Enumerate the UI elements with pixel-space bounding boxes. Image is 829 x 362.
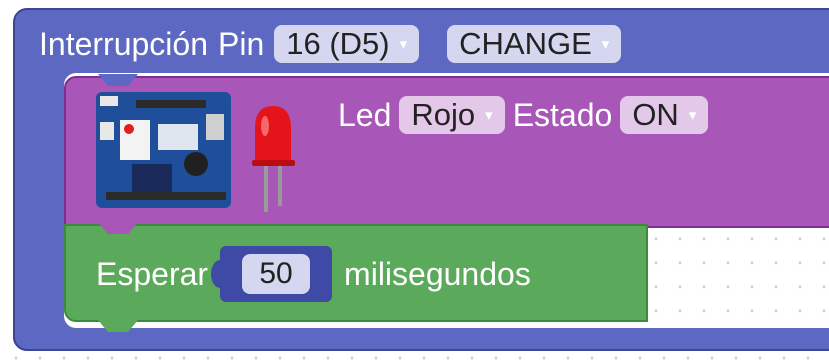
- dropdown-arrow-icon: ▾: [601, 36, 610, 53]
- number-block[interactable]: 50: [211, 246, 333, 302]
- arduino-board-icon: [96, 92, 231, 208]
- unit-label: milisegundos: [344, 255, 531, 292]
- wait-block[interactable]: Esperar 50 milisegundos: [64, 224, 648, 322]
- color-dropdown-value: Rojo: [411, 97, 476, 132]
- mode-dropdown-value: CHANGE: [459, 26, 592, 61]
- red-led-icon: [252, 106, 295, 212]
- dropdown-arrow-icon: ▾: [485, 107, 493, 124]
- pin-dropdown-value: 16 (D5): [286, 26, 390, 61]
- pin-dropdown[interactable]: 16 (D5) ▾: [274, 25, 420, 63]
- wait-label: Esperar: [96, 255, 209, 292]
- color-dropdown[interactable]: Rojo ▾: [399, 96, 505, 134]
- interrupt-block-footer: [13, 325, 829, 351]
- number-block-plug: [211, 260, 230, 288]
- dropdown-arrow-icon: ▾: [688, 107, 697, 124]
- dropdown-arrow-icon: ▾: [399, 36, 408, 53]
- wait-block-row: Esperar 50 milisegundos: [96, 246, 531, 302]
- led-label: Led: [338, 96, 392, 133]
- led-block[interactable]: Led Rojo ▾ Estado ON ▾: [64, 76, 829, 228]
- state-dropdown[interactable]: ON ▾: [620, 96, 709, 134]
- pin-label: Pin: [217, 25, 265, 62]
- blocks-workspace[interactable]: Interrupción Pin 16 (D5) ▾ CHANGE ▾ Led …: [0, 0, 829, 362]
- state-dropdown-value: ON: [632, 97, 679, 132]
- interrupt-label: Interrupción: [39, 25, 208, 62]
- state-label: Estado: [512, 96, 613, 133]
- interrupt-block-header: Interrupción Pin 16 (D5) ▾ CHANGE ▾: [39, 22, 622, 66]
- number-field[interactable]: 50: [242, 254, 311, 294]
- led-block-header: Led Rojo ▾ Estado ON ▾: [338, 93, 709, 137]
- mode-dropdown[interactable]: CHANGE ▾: [447, 25, 622, 63]
